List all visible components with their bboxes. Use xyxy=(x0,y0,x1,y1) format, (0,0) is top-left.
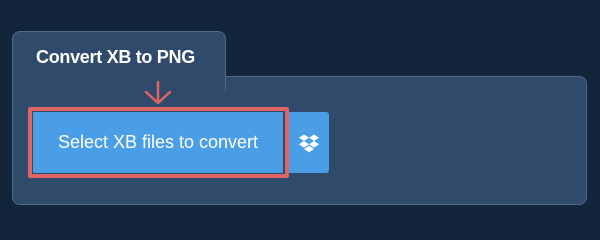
select-files-button[interactable]: Select XB files to convert xyxy=(33,112,283,173)
arrow-down-icon xyxy=(144,80,172,105)
tab-panel-join xyxy=(13,70,225,80)
tab-title: Convert XB to PNG xyxy=(36,47,195,67)
converter-tab: Convert XB to PNG xyxy=(12,31,226,91)
dropbox-button[interactable] xyxy=(289,112,329,173)
dropbox-icon xyxy=(299,134,319,153)
select-files-label: Select XB files to convert xyxy=(57,132,259,152)
